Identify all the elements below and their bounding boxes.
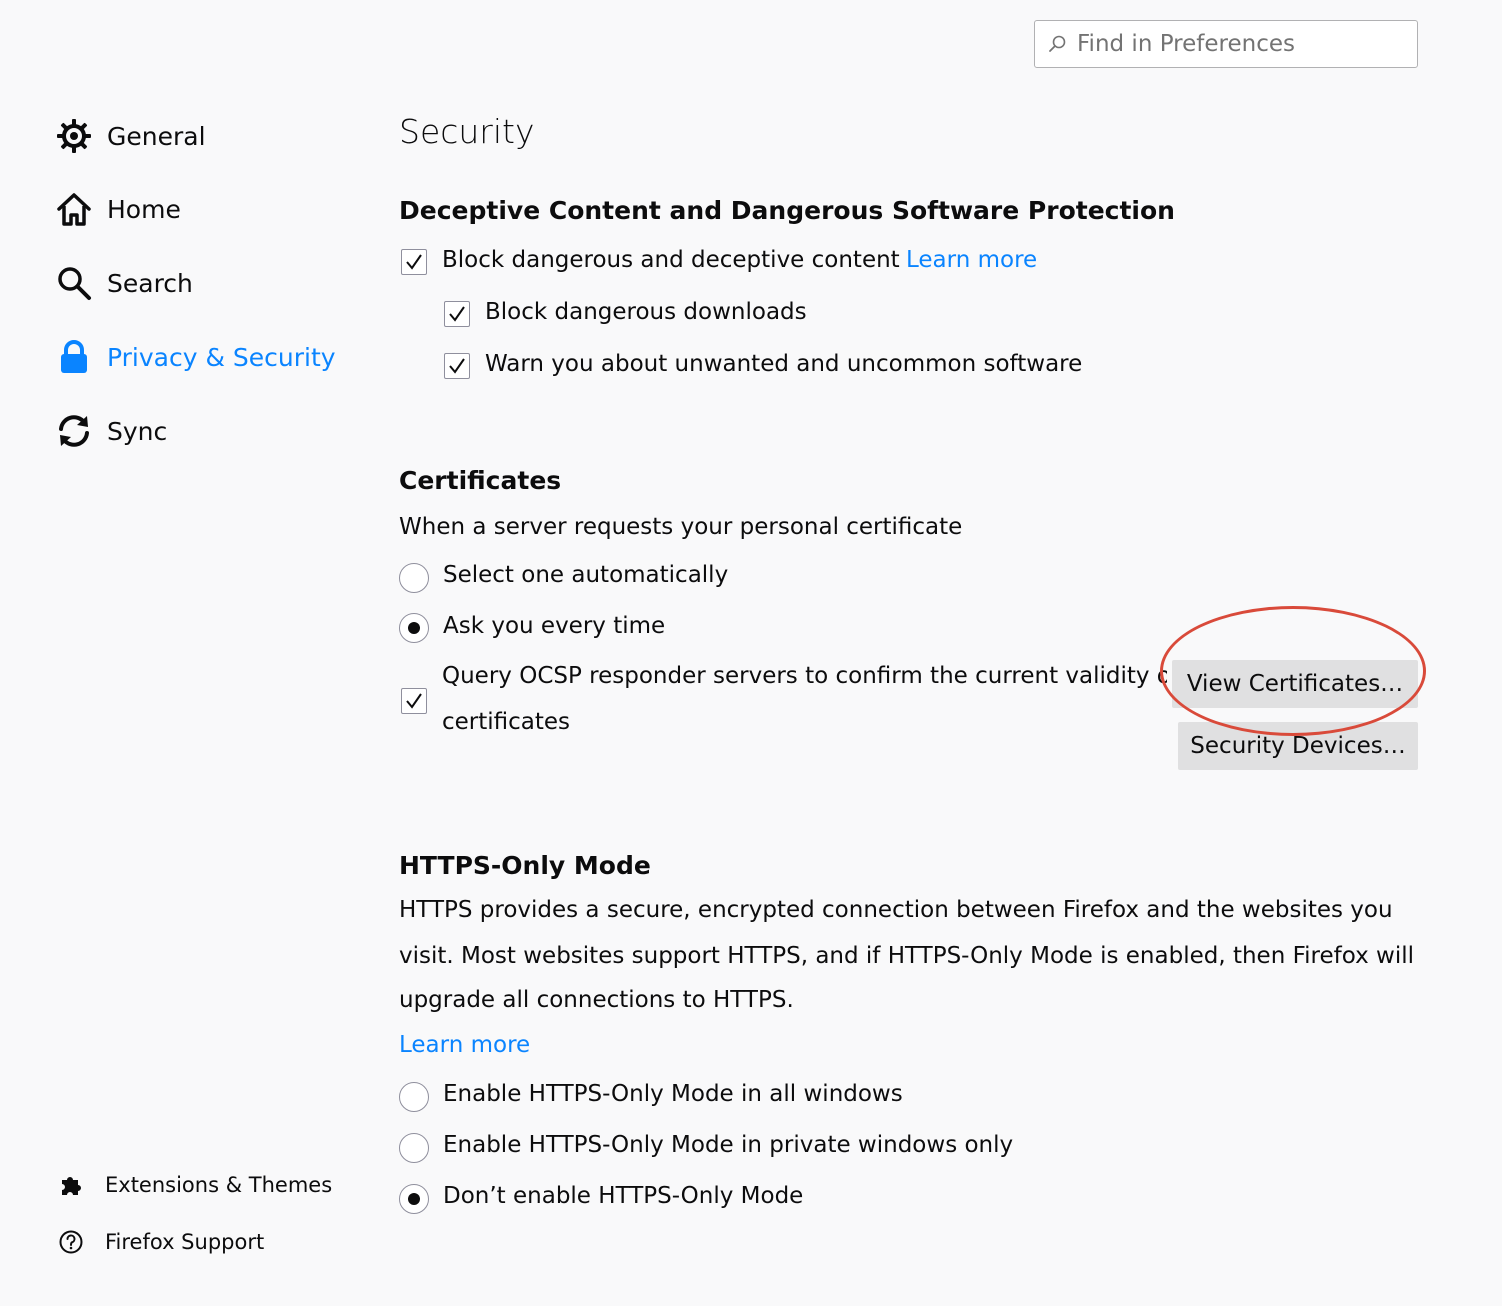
https-only-learn-more-link[interactable]: Learn more [399,1032,530,1058]
checkmark-icon [449,306,465,322]
extensions-themes-label: Extensions & Themes [105,1173,333,1197]
search-icon [1047,34,1067,54]
page-title: Security [399,112,535,151]
select-automatically-label[interactable]: Select one automatically [443,562,728,588]
checkmark-icon [406,693,422,709]
firefox-support-label: Firefox Support [105,1230,265,1254]
find-in-preferences-box[interactable] [1034,20,1418,68]
warn-unwanted-software-checkbox[interactable] [444,353,470,379]
https-only-description-line: visit. Most websites support HTTPS, and … [399,943,1414,969]
block-dangerous-content-checkbox[interactable] [401,249,427,275]
checkmark-icon [449,358,465,374]
https-only-description-line: HTTPS provides a secure, encrypted conne… [399,897,1393,923]
sidebar-item-sync[interactable]: Sync [56,411,167,451]
sidebar-item-label: General [107,121,206,151]
deceptive-learn-more-link[interactable]: Learn more [906,247,1037,273]
ask-every-time-label[interactable]: Ask you every time [443,613,665,639]
https-only-private-windows-radio[interactable] [399,1133,429,1163]
magnifier-icon [56,265,92,301]
https-only-disabled-radio[interactable] [399,1184,429,1214]
query-ocsp-label-line1[interactable]: Query OCSP responder servers to confirm … [442,663,1167,689]
block-dangerous-downloads-checkbox[interactable] [444,301,470,327]
https-only-heading: HTTPS-Only Mode [399,851,651,880]
puzzle-icon [58,1172,84,1198]
sidebar-item-general[interactable]: General [56,116,206,156]
lock-icon [56,339,92,375]
sidebar-item-search[interactable]: Search [56,263,193,303]
https-only-disabled-label[interactable]: Don’t enable HTTPS-Only Mode [443,1183,803,1209]
sidebar-item-label: Privacy & Security [107,342,336,372]
sidebar-footer-firefox-support[interactable]: Firefox Support [58,1227,264,1257]
certificates-heading: Certificates [399,466,562,495]
block-dangerous-content-label[interactable]: Block dangerous and deceptive content [442,247,900,273]
home-icon [56,191,92,227]
https-only-description-line: upgrade all connections to HTTPS. [399,987,794,1013]
checkmark-icon [406,254,422,270]
view-certificates-button[interactable]: View Certificates… [1172,660,1418,708]
sync-icon [56,413,92,449]
certificates-description: When a server requests your personal cer… [399,514,963,540]
https-only-private-windows-label[interactable]: Enable HTTPS-Only Mode in private window… [443,1132,1013,1158]
sidebar-item-label: Sync [107,416,168,446]
sidebar-item-label: Home [107,194,181,224]
sidebar-item-home[interactable]: Home [56,189,181,229]
search-input[interactable] [1075,30,1399,58]
sidebar-footer-extensions-themes[interactable]: Extensions & Themes [58,1170,332,1200]
sidebar-item-label: Search [107,268,193,298]
https-only-all-windows-radio[interactable] [399,1082,429,1112]
security-devices-button[interactable]: Security Devices… [1178,722,1418,770]
query-ocsp-label-line2[interactable]: certificates [442,709,570,735]
block-dangerous-downloads-label[interactable]: Block dangerous downloads [485,299,807,325]
select-automatically-radio[interactable] [399,563,429,593]
ask-every-time-radio[interactable] [399,613,429,643]
help-icon [58,1229,84,1255]
deceptive-content-heading: Deceptive Content and Dangerous Software… [399,196,1175,225]
query-ocsp-checkbox[interactable] [401,688,427,714]
https-only-all-windows-label[interactable]: Enable HTTPS-Only Mode in all windows [443,1081,903,1107]
warn-unwanted-software-label[interactable]: Warn you about unwanted and uncommon sof… [485,351,1082,377]
preferences-page: General Home Search Privacy & Security [0,0,1502,1306]
sidebar-item-privacy-security[interactable]: Privacy & Security [56,337,336,377]
gear-icon [56,118,92,154]
